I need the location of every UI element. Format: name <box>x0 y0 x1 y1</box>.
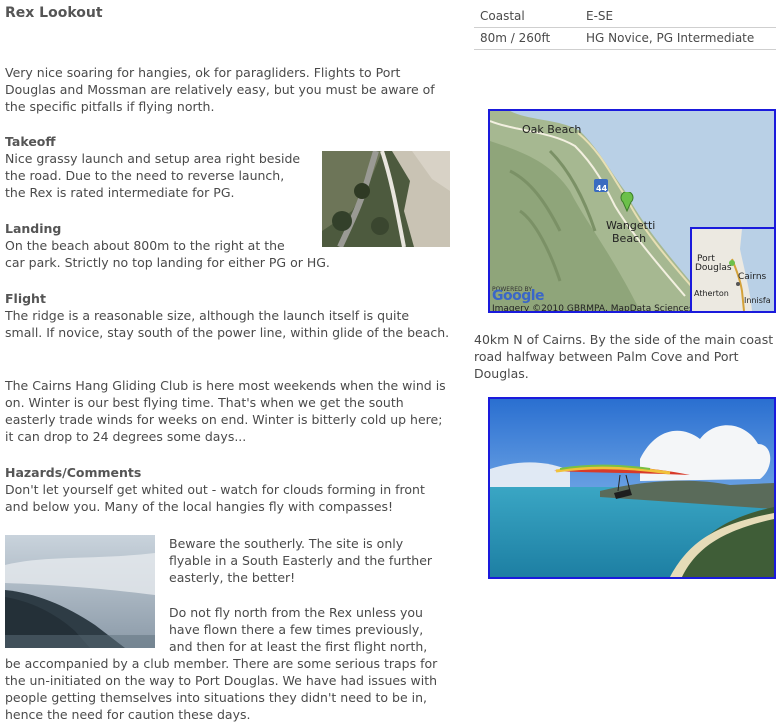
north-warning-text: Do not fly north from the Rex unless you… <box>169 604 454 655</box>
table-row: 80m / 260ft HG Novice, PG Intermediate <box>474 27 776 50</box>
takeoff-photo <box>322 151 450 247</box>
site-height: 80m / 260ft <box>474 27 580 50</box>
page-title: Rex Lookout <box>5 5 103 21</box>
north-line: Do not fly north from the Rex unless you <box>169 605 423 620</box>
map-label-beach: Beach <box>612 232 647 245</box>
north-line: and then for at least the first flight n… <box>169 639 428 654</box>
coast-cloud-image <box>5 535 155 648</box>
hang-glider-photo <box>488 397 776 579</box>
takeoff-photo-image <box>322 151 450 247</box>
inset-label-douglas: Douglas <box>695 263 732 273</box>
takeoff-line: the Rex is rated intermediate for PG. <box>5 185 235 200</box>
site-info-table: Coastal E-SE 80m / 260ft HG Novice, PG I… <box>474 6 776 50</box>
wind-direction: E-SE <box>580 6 776 28</box>
table-row: Coastal E-SE <box>474 6 776 28</box>
hazards-heading: Hazards/Comments <box>5 465 142 480</box>
map-label-road: 44 <box>596 184 608 193</box>
hang-glider-image <box>490 399 774 577</box>
north-warning-continued: be accompanied by a club member. There a… <box>5 656 438 722</box>
pilot-rating: HG Novice, PG Intermediate <box>580 27 776 50</box>
inset-label-cairns: Cairns <box>738 272 767 282</box>
club-text: The Cairns Hang Gliding Club is here mos… <box>5 378 446 444</box>
map-overview-inset[interactable]: Port Douglas Cairns Atherton Innisfa <box>690 227 774 311</box>
takeoff-line: the road. Due to the need to reverse lau… <box>5 168 285 183</box>
intro-text: Very nice soaring for hangies, ok for pa… <box>5 65 435 114</box>
southerly-text: Beware the southerly. The site is only f… <box>169 535 454 586</box>
map-label-oak-beach: Oak Beach <box>522 123 582 136</box>
location-map[interactable]: Oak Beach 44 Wangetti Beach POWERED BY G… <box>488 109 776 313</box>
landing-heading: Landing <box>5 221 62 236</box>
takeoff-heading: Takeoff <box>5 134 56 149</box>
site-type: Coastal <box>474 6 580 28</box>
location-description: 40km N of Cairns. By the side of the mai… <box>474 332 774 381</box>
flight-heading: Flight <box>5 291 46 306</box>
landing-text: On the beach about 800m to the right at … <box>5 237 445 271</box>
inset-label-atherton: Atherton <box>694 289 729 298</box>
takeoff-text: Nice grassy launch and setup area right … <box>5 150 325 201</box>
southerly-line: flyable in a South Easterly and the furt… <box>169 553 433 568</box>
landing-line: On the beach about 800m to the right at … <box>5 238 285 253</box>
coast-cloud-photo <box>5 535 155 648</box>
takeoff-line: Nice grassy launch and setup area right … <box>5 151 301 166</box>
southerly-line: Beware the southerly. The site is only <box>169 536 404 551</box>
north-line: have flown there a few times previously, <box>169 622 424 637</box>
flight-text: The ridge is a reasonable size, although… <box>5 308 450 340</box>
landing-line: car park. Strictly no top landing for ei… <box>5 255 330 270</box>
map-marker-icon[interactable] <box>620 192 634 212</box>
inset-label-innisfail: Innisfa <box>744 296 771 305</box>
southerly-line: easterly, the better! <box>169 570 296 585</box>
hazards-text: Don't let yourself get whited out - watc… <box>5 482 425 514</box>
